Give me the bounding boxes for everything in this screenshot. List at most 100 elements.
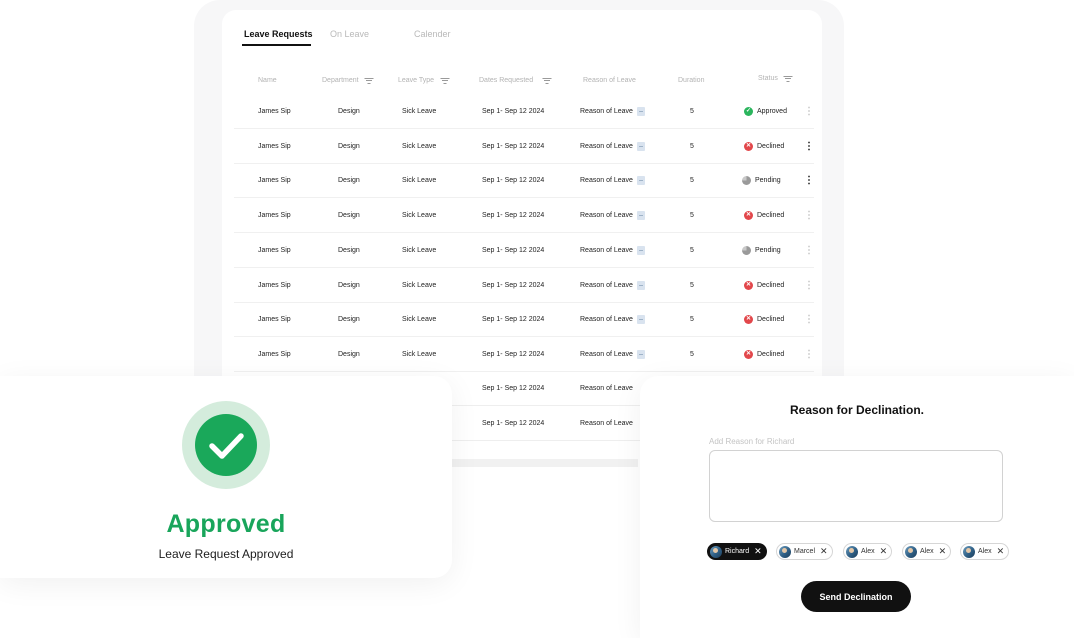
filter-icon[interactable]	[364, 77, 374, 84]
status-badge: ✓ Approved	[744, 94, 787, 129]
leave-type-cell: Sick Leave	[402, 281, 437, 289]
document-icon[interactable]	[636, 211, 645, 221]
column-header-duration[interactable]: Duration	[678, 77, 704, 84]
recipient-chip[interactable]: Marcel ✕	[776, 543, 833, 560]
declined-x-icon: ✕	[744, 280, 753, 290]
close-icon[interactable]: ✕	[820, 547, 828, 556]
column-header-status[interactable]: Status	[758, 75, 793, 82]
table-row[interactable]: James Sip Design Sick Leave Sep 1- Sep 12 2…	[234, 94, 814, 129]
decline-title: Reason for Declination.	[789, 403, 925, 417]
reason-text: Reason of Leave	[580, 212, 633, 220]
status-label: Pending	[755, 246, 781, 254]
department-cell: Design	[338, 177, 360, 185]
column-header-department[interactable]: Department	[322, 77, 374, 84]
column-header-dates[interactable]: Dates Requested	[479, 77, 552, 84]
status-label: Declined	[757, 350, 785, 358]
tab-calender[interactable]: Calender	[414, 29, 451, 39]
more-options-icon[interactable]: ⋮	[804, 94, 814, 129]
chip-label: Alex	[920, 548, 934, 555]
reason-cell: Reason of Leave	[580, 302, 645, 337]
document-icon[interactable]	[636, 280, 645, 290]
table-row[interactable]: James Sip Design Sick Leave Sep 1- Sep 12 2…	[234, 129, 814, 164]
pending-clock-icon	[742, 176, 751, 186]
document-icon[interactable]	[636, 141, 645, 151]
status-label: Declined	[757, 212, 785, 220]
recipient-chip[interactable]: Alex ✕	[902, 543, 952, 560]
approved-title: Approved	[166, 510, 286, 538]
column-header-label: Department	[322, 77, 359, 84]
leave-type-cell: Sick Leave	[402, 350, 437, 358]
declined-x-icon: ✕	[744, 211, 753, 221]
status-label: Pending	[755, 177, 781, 185]
more-options-icon[interactable]: ⋮	[804, 268, 814, 303]
filter-icon[interactable]	[440, 77, 450, 84]
reason-text: Reason of Leave	[580, 350, 633, 358]
status-label: Declined	[757, 316, 785, 324]
column-header-label: Name	[258, 77, 277, 84]
table-row[interactable]: James Sip Design Sick Leave Sep 1- Sep 12 2…	[234, 302, 814, 338]
tab-on-leave[interactable]: On Leave	[330, 29, 369, 39]
filter-icon[interactable]	[783, 75, 793, 82]
document-icon[interactable]	[636, 245, 645, 255]
column-header-label: Status	[758, 75, 778, 82]
close-icon[interactable]: ✕	[880, 547, 888, 556]
reason-text: Reason of Leave	[580, 316, 633, 324]
close-icon[interactable]: ✕	[997, 547, 1005, 556]
active-tab-underline	[242, 44, 311, 46]
more-options-icon[interactable]: ⋮	[804, 129, 814, 164]
status-badge: ✕ Declined	[744, 268, 784, 303]
decline-reason-textarea[interactable]	[709, 450, 1003, 522]
duration-cell: 5	[690, 350, 694, 358]
column-header-name[interactable]: Name	[258, 77, 277, 84]
more-options-icon[interactable]: ⋮	[804, 163, 814, 198]
close-icon[interactable]: ✕	[754, 547, 762, 556]
table-row[interactable]: Sep 1- Sep 12 2024 Reason of Leave	[452, 406, 640, 441]
duration-cell: 5	[690, 281, 694, 289]
check-circle-icon	[195, 414, 257, 476]
table-row[interactable]: James Sip Design Sick Leave Sep 1- Sep 12 2…	[234, 268, 814, 303]
avatar	[779, 545, 791, 558]
table-row[interactable]: James Sip Design Sick Leave Sep 1- Sep 12 2…	[234, 198, 814, 234]
decline-reason-label: Add Reason for Richard	[709, 437, 795, 446]
recipient-chip[interactable]: Alex ✕	[843, 543, 893, 560]
reason-text: Reason of Leave	[580, 108, 633, 115]
declined-x-icon: ✕	[744, 349, 753, 359]
declined-x-icon: ✕	[744, 315, 753, 325]
document-icon[interactable]	[636, 176, 645, 186]
table-row[interactable]: Sep 1- Sep 12 2024 Reason of Leave	[452, 371, 640, 406]
more-options-icon[interactable]: ⋮	[804, 198, 814, 233]
column-header-leave-type[interactable]: Leave Type	[398, 77, 450, 84]
status-badge: ✕ Declined	[744, 198, 784, 233]
table-row[interactable]: James Sip Design Sick Leave Sep 1- Sep 12 2…	[234, 337, 814, 372]
more-options-icon[interactable]: ⋮	[804, 337, 814, 372]
close-icon[interactable]: ✕	[939, 547, 947, 556]
dates-cell: Sep 1- Sep 12 2024	[482, 212, 545, 220]
dates-cell: Sep 1- Sep 12 2024	[482, 108, 545, 115]
document-icon[interactable]	[636, 315, 645, 325]
column-header-reason[interactable]: Reason of Leave	[583, 77, 636, 84]
name-cell: James Sip	[258, 177, 291, 185]
table-row[interactable]: James Sip Design Sick Leave Sep 1- Sep 12 2…	[234, 163, 814, 199]
send-declination-button[interactable]: Send Declination	[801, 581, 911, 612]
document-icon[interactable]	[636, 107, 645, 116]
more-options-icon[interactable]: ⋮	[804, 302, 814, 337]
dates-cell: Sep 1- Sep 12 2024	[482, 420, 545, 427]
chip-label: Alex	[861, 548, 875, 555]
leave-type-cell: Sick Leave	[402, 177, 437, 185]
leave-type-cell: Sick Leave	[402, 316, 437, 324]
more-options-icon[interactable]: ⋮	[804, 233, 814, 268]
leave-type-cell: Sick Leave	[402, 212, 437, 220]
table-row[interactable]: James Sip Design Sick Leave Sep 1- Sep 12 2…	[234, 233, 814, 268]
filter-icon[interactable]	[542, 77, 552, 84]
document-icon[interactable]	[636, 349, 645, 359]
department-cell: Design	[338, 108, 360, 115]
scroll-track[interactable]	[452, 459, 638, 467]
tab-leave-requests[interactable]: Leave Requests	[244, 29, 313, 39]
recipient-chip[interactable]: Alex ✕	[960, 543, 1010, 560]
status-badge: ✕ Declined	[744, 129, 784, 164]
recipient-chip[interactable]: Richard ✕	[707, 543, 767, 560]
duration-cell: 5	[690, 212, 694, 220]
status-badge: ✕ Declined	[744, 337, 784, 372]
duration-cell: 5	[690, 108, 694, 115]
dates-cell: Sep 1- Sep 12 2024	[482, 281, 545, 289]
